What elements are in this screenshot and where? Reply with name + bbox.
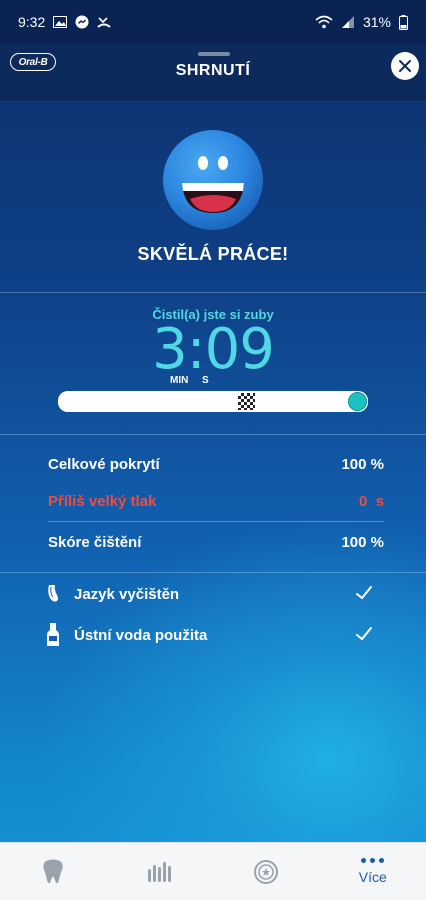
headline: SKVĚLÁ PRÁCE! (137, 244, 289, 264)
header: Oral-B SHRNUTÍ (0, 44, 426, 102)
bar-chart-icon (147, 861, 171, 882)
row-divider (48, 521, 384, 522)
unit-s-label: S (202, 375, 209, 386)
bottom-nav: Více (0, 842, 426, 900)
close-button[interactable] (391, 52, 419, 80)
unit-min-label: MIN (170, 375, 189, 386)
stat-label: Celkové pokrytí (48, 456, 160, 473)
battery-icon (399, 14, 408, 30)
checkmark-icon (352, 584, 376, 605)
tongue-icon (40, 584, 66, 604)
stat-row-score: Skóre čištění 100 % (48, 534, 384, 551)
wifi-icon (315, 15, 333, 29)
award-badge-icon (254, 859, 279, 884)
check-label: Jazyk vyčištěn (74, 585, 180, 603)
battery-percent: 31% (362, 14, 391, 30)
divider (0, 292, 426, 293)
messenger-icon (75, 15, 89, 29)
brushing-time: 3:09 (152, 317, 275, 382)
progress-fill (58, 391, 368, 412)
check-row-tongue: Jazyk vyčištěn (40, 581, 376, 607)
stat-label: Skóre čištění (48, 534, 142, 551)
nav-item-more[interactable]: Více (320, 843, 426, 900)
stat-value: 0 s (358, 493, 384, 510)
mouthwash-icon (40, 623, 66, 647)
progress-knob (348, 392, 367, 411)
missed-call-icon (97, 15, 111, 29)
stat-value: 100 % (341, 534, 384, 551)
nav-item-rewards[interactable] (213, 843, 320, 900)
stat-row-coverage: Celkové pokrytí 100 % (48, 456, 384, 473)
status-bar: 9:32 31% (0, 0, 426, 44)
nav-item-statistics[interactable] (107, 843, 214, 900)
checkered-flag-icon (238, 393, 255, 410)
close-icon (399, 60, 411, 72)
gallery-icon (53, 16, 68, 28)
stat-label: Příliš velký tlak (48, 493, 157, 510)
check-label: Ústní voda použita (74, 626, 208, 644)
tooth-icon (43, 859, 63, 883)
drag-handle[interactable] (198, 52, 230, 56)
status-time: 9:32 (18, 14, 46, 30)
nav-item-brushing[interactable] (0, 843, 107, 900)
signal-icon (341, 15, 355, 29)
divider (0, 572, 426, 573)
nav-more-label: Více (358, 869, 387, 885)
summary-screen: 9:32 31% Oral-B SHRNUTÍ SKVĚLÁ PRÁCE! Či… (0, 0, 426, 900)
stat-row-pressure: Příliš velký tlak 0 s (48, 493, 384, 510)
more-dots-icon (361, 858, 385, 863)
brushing-progress-bar (58, 391, 368, 412)
checkmark-icon (352, 625, 376, 646)
stat-value: 100 % (341, 456, 384, 473)
page-title: SHRNUTÍ (175, 62, 251, 79)
divider (0, 434, 426, 435)
happy-face-icon (163, 130, 263, 230)
check-row-mouthwash: Ústní voda použita (40, 622, 376, 648)
